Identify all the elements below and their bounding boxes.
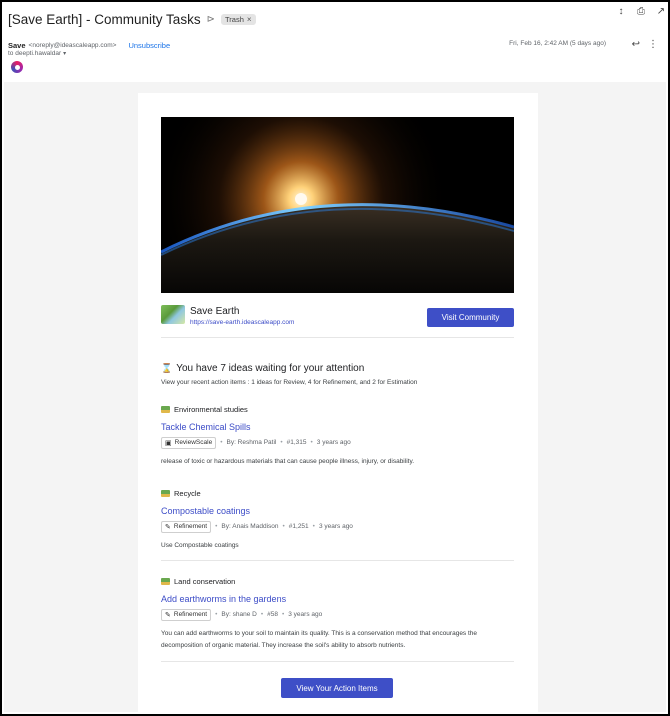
idea-item: Land conservation Add earthworms in the …: [161, 576, 514, 652]
earth-sunrise-illustration: [161, 117, 514, 293]
idea-meta: ✎ Refinement • By: shane D • #58 • 3 yea…: [161, 608, 514, 621]
idea-title-link[interactable]: Compostable coatings: [161, 506, 514, 517]
community-name: Save Earth: [190, 306, 240, 317]
idea-item: Environmental studies Tackle Chemical Sp…: [161, 404, 514, 468]
print-icon[interactable]: ⎙: [636, 5, 646, 17]
separator-dot: •: [260, 611, 264, 618]
idea-age: 3 years ago: [288, 611, 323, 618]
idea-item: Recycle Compostable coatings ✎ Refinemen…: [161, 488, 514, 552]
remove-label-icon[interactable]: ×: [247, 15, 252, 24]
community-url-link[interactable]: https://save-earth.ideascaleapp.com: [190, 319, 294, 326]
category-icon: [161, 489, 170, 497]
top-toolbar: ↕ ⎙ ↗: [616, 5, 666, 17]
divider: [161, 560, 514, 561]
category-label: Environmental studies: [174, 404, 248, 414]
separator-dot: •: [281, 611, 285, 618]
show-details-icon[interactable]: ▾: [63, 50, 66, 57]
idea-description: release of toxic or hazardous materials …: [161, 458, 415, 465]
idea-meta: ▣ ReviewScale • By: Reshma Patil • #1,31…: [161, 436, 514, 449]
idea-number: #1,315: [286, 439, 307, 446]
recipient: to deepti.hawaldar: [8, 50, 62, 57]
category-icon: [161, 405, 170, 413]
idea-number: #58: [267, 611, 278, 618]
sender-row: Save <noreply@ideascaleapp.com> Unsubscr…: [8, 39, 662, 51]
email-date: Fri, Feb 16, 2:42 AM (5 days ago): [509, 40, 606, 47]
stage-badge: ✎ Refinement: [161, 520, 212, 533]
idea-category: Land conservation: [161, 576, 514, 586]
idea-category: Environmental studies: [161, 404, 514, 414]
pencil-icon: ✎: [165, 611, 171, 619]
pencil-icon: ✎: [165, 523, 171, 531]
sender-name: Save: [8, 40, 26, 50]
idea-meta: ✎ Refinement • By: Anais Maddison • #1,2…: [161, 520, 514, 533]
sender-email: <noreply@ideascaleapp.com>: [28, 41, 117, 49]
stage-label: Refinement: [173, 611, 208, 618]
stage-badge: ✎ Refinement: [161, 608, 212, 621]
unsubscribe-link[interactable]: Unsubscribe: [128, 41, 170, 50]
idea-category: Recycle: [161, 488, 514, 498]
idea-author: By: shane D: [221, 611, 257, 618]
waiting-heading: ⌛ You have 7 ideas waiting for your atte…: [161, 363, 364, 374]
category-label: Land conservation: [174, 576, 236, 586]
waiting-title-text: You have 7 ideas waiting for your attent…: [176, 363, 365, 374]
category-label: Recycle: [174, 488, 201, 498]
trash-label-chip[interactable]: Trash ×: [220, 13, 256, 25]
divider: [161, 661, 514, 662]
email-subject: [Save Earth] - Community Tasks: [8, 11, 201, 27]
review-icon: ▣: [165, 439, 172, 447]
separator-dot: •: [312, 523, 315, 530]
idea-title-link[interactable]: Add earthworms in the gardens: [161, 594, 514, 605]
divider: [161, 337, 514, 338]
stage-label: Refinement: [173, 523, 208, 530]
open-new-window-icon[interactable]: ↗: [656, 5, 666, 17]
waiting-subtitle: View your recent action items : 1 ideas …: [161, 379, 418, 386]
idea-author: By: Reshma Patil: [226, 439, 277, 446]
recipient-row: to deepti.hawaldar ▾: [8, 50, 66, 57]
separator-dot: •: [215, 523, 218, 530]
idea-description: You can add earthworms to your soil to m…: [161, 630, 478, 649]
stage-label: ReviewScale: [174, 439, 213, 446]
view-action-items-button[interactable]: View Your Action Items: [281, 678, 393, 698]
separator-dot: •: [220, 439, 223, 446]
community-logo: [161, 305, 185, 324]
separator-dot: •: [310, 439, 313, 446]
visit-community-button[interactable]: Visit Community: [427, 308, 514, 327]
more-options-icon[interactable]: ⋮: [648, 39, 658, 50]
idea-author: By: Anais Maddison: [221, 523, 279, 530]
separator-dot: •: [280, 439, 283, 446]
stage-badge: ▣ ReviewScale: [161, 436, 217, 449]
email-card: Save Earth https://save-earth.ideascalea…: [138, 93, 538, 714]
category-icon: [161, 577, 170, 585]
community-brand-row: Save Earth https://save-earth.ideascalea…: [161, 305, 514, 329]
hourglass-icon: ⌛: [161, 363, 173, 373]
separator-dot: •: [215, 611, 218, 618]
separator-dot: •: [282, 523, 285, 530]
reply-icon[interactable]: ↩: [632, 39, 640, 50]
idea-number: #1,251: [288, 523, 309, 530]
email-window: [Save Earth] - Community Tasks ⊳ Trash ×…: [0, 0, 670, 716]
earth-hero-image: [161, 117, 514, 293]
app-avatar-icon: [11, 61, 23, 73]
label-text: Trash: [224, 14, 244, 24]
idea-age: 3 years ago: [316, 439, 351, 446]
idea-age: 3 years ago: [318, 523, 353, 530]
collapse-icon[interactable]: ↕: [616, 5, 626, 17]
subject-row: [Save Earth] - Community Tasks ⊳ Trash ×: [8, 8, 662, 30]
idea-title-link[interactable]: Tackle Chemical Spills: [161, 422, 514, 433]
idea-description: Use Compostable coatings: [161, 542, 239, 549]
important-marker-icon[interactable]: ⊳: [207, 14, 215, 25]
